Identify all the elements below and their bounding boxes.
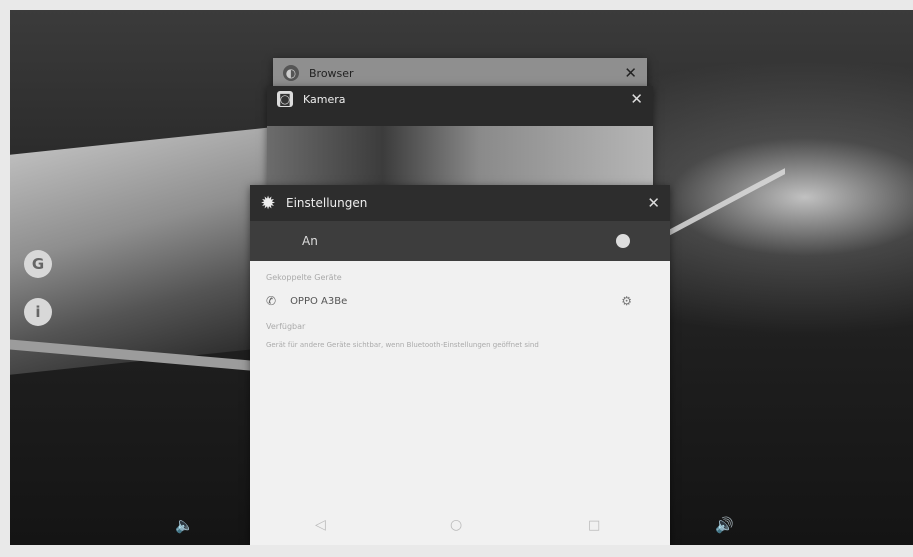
visibility-description: Gerät für andere Geräte sichtbar, wenn B… [266,341,539,349]
card-header: ◐ Browser ✕ [273,58,647,88]
volume-down-icon[interactable]: 🔈 [175,516,194,534]
card-title: Browser [309,66,354,80]
volume-up-icon[interactable]: 🔊 [715,516,734,534]
home-icon[interactable]: ○ [450,517,462,533]
close-icon[interactable]: ✕ [624,64,637,82]
recent-card-settings[interactable]: ✹ Einstellungen ✕ An Gekoppelte Geräte ✆… [250,185,670,545]
section-header: Verfügbar [266,322,306,331]
google-icon: G [31,255,45,273]
gear-icon: ✹ [260,192,276,214]
tablet-screen: G i ◐ Browser ✕ ◙ Kamera ✕ ✹ Einstellung… [10,10,913,545]
section-header: Gekoppelte Geräte [266,273,342,282]
camera-icon: ◙ [277,91,293,107]
card-header: ◙ Kamera ✕ [267,86,653,112]
settings-content: Gekoppelte Geräte ✆ OPPO A3Be ⚙ Verfügba… [250,261,670,357]
close-icon[interactable]: ✕ [630,90,643,108]
recent-card-browser[interactable]: ◐ Browser ✕ [273,58,647,88]
recents-icon[interactable]: □ [588,518,600,533]
info-icon: i [35,303,41,321]
navigation-bar: 🔈 ◁ ○ □ 🔊 [10,505,913,545]
card-title: Kamera [303,92,346,106]
card-title: Einstellungen [286,196,368,210]
toggle-switch[interactable] [616,234,630,248]
recent-card-kamera[interactable]: ◙ Kamera ✕ [267,86,653,196]
card-header: ✹ Einstellungen ✕ [250,185,670,221]
wallpaper-edge-right [665,168,785,348]
paired-device-row[interactable]: ✆ OPPO A3Be ⚙ [266,294,654,308]
phone-icon: ✆ [266,294,277,308]
google-button[interactable]: G [24,250,52,278]
info-button[interactable]: i [24,298,52,326]
settings-icon[interactable]: ⚙ [621,294,632,308]
bluetooth-toggle-row[interactable]: An [250,221,670,261]
browser-icon: ◐ [283,65,299,81]
back-icon[interactable]: ◁ [315,517,326,533]
device-name: OPPO A3Be [290,295,348,307]
close-icon[interactable]: ✕ [647,194,660,212]
toggle-label: An [302,234,318,248]
